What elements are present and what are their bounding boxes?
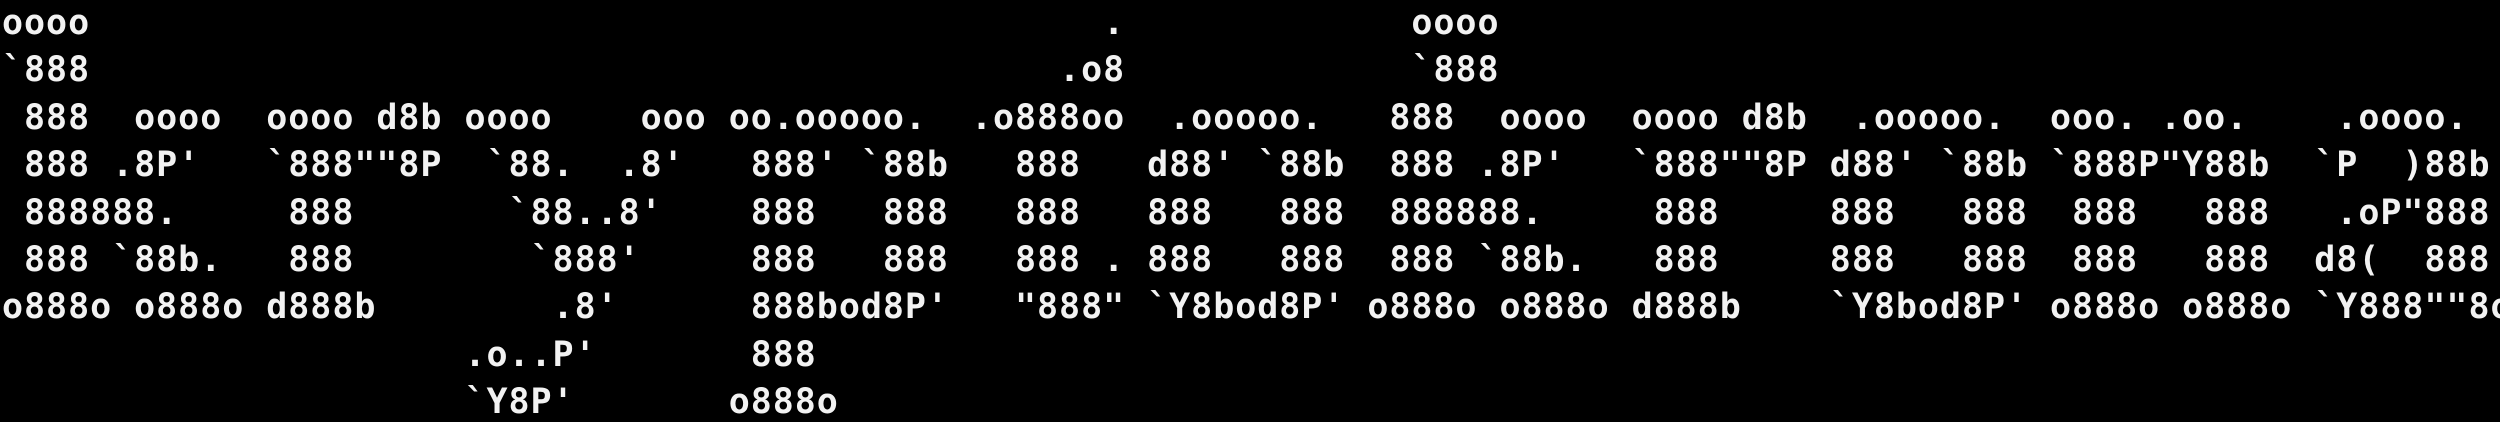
ascii-art-text: oooo . oooo `888 .o8 `888 888 oooo oooo … bbox=[0, 0, 2500, 422]
ascii-art-banner: oooo . oooo `888 .o8 `888 888 oooo oooo … bbox=[0, 0, 2500, 422]
ascii-line: `Y8P' o888o bbox=[2, 382, 839, 422]
ascii-line: o888o o888o d888b .8' 888bod8P' "888" `Y… bbox=[2, 287, 2500, 328]
ascii-line: 888 oooo oooo d8b oooo ooo oo.ooooo. .o8… bbox=[2, 97, 2469, 138]
ascii-line: 888 .8P' `888""8P `88. .8' 888' `88b 888… bbox=[2, 145, 2491, 186]
ascii-line: `888 .o8 `888 bbox=[2, 50, 1500, 91]
ascii-line: oooo . oooo bbox=[2, 3, 1500, 43]
ascii-line: 888 `88b. 888 `888' 888 888 888 . 888 88… bbox=[2, 240, 2491, 281]
ascii-line: .o..P' 888 bbox=[2, 334, 817, 375]
ascii-line: 888888. 888 `88..8' 888 888 888 888 888 … bbox=[2, 192, 2491, 233]
